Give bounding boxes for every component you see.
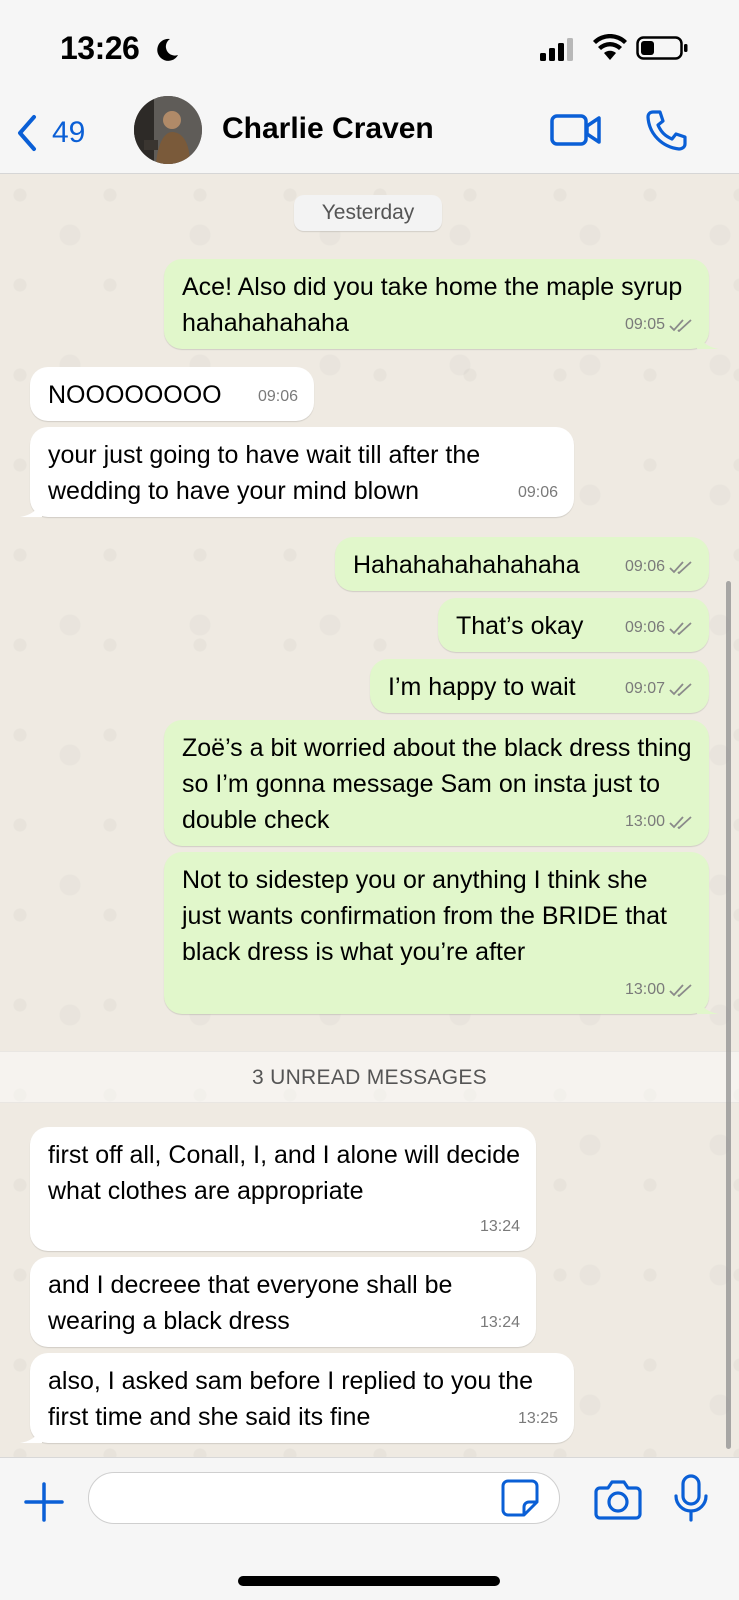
voice-call-button[interactable]: [644, 108, 688, 152]
double-check-icon: [669, 622, 692, 635]
message-bubble-incoming[interactable]: your just going to have wait till after …: [20, 427, 574, 517]
status-bar: 13:26: [0, 0, 739, 92]
cellular-signal-icon: [540, 38, 573, 61]
message-time: 09:07: [624, 680, 665, 697]
message-time: 09:06: [624, 558, 665, 575]
status-time: 13:26: [60, 30, 140, 66]
video-call-button[interactable]: [550, 110, 602, 150]
date-chip: Yesterday: [294, 195, 442, 231]
double-check-icon: [669, 984, 692, 997]
message-time: 09:05: [624, 316, 665, 333]
sticker-button[interactable]: [500, 1478, 540, 1518]
message-meta: 13:24: [480, 1209, 520, 1245]
attach-plus-button[interactable]: [22, 1480, 66, 1524]
message-bubble-incoming[interactable]: and I decreee that everyone shall be wea…: [30, 1257, 536, 1347]
message-time: 09:06: [257, 388, 298, 405]
double-check-icon: [669, 561, 692, 574]
message-meta: 13:00: [625, 804, 693, 840]
moon-icon: [157, 38, 178, 61]
message-meta: 09:05: [625, 307, 693, 343]
message-bubble-outgoing[interactable]: That’s okay 09:06: [438, 598, 709, 652]
message-time: 09:06: [624, 619, 665, 636]
back-button[interactable]: 49: [12, 108, 112, 158]
avatar-photo: [134, 96, 202, 164]
home-indicator[interactable]: [238, 1576, 500, 1586]
message-text: first off all, Conall, I, and I alone wi…: [48, 1141, 521, 1205]
message-meta: 09:06: [518, 475, 558, 511]
message-text: also, I asked sam before I replied to yo…: [48, 1367, 533, 1431]
scrollbar[interactable]: [726, 581, 731, 1449]
unread-chats-count: 49: [52, 116, 86, 149]
message-meta: 13:24: [480, 1305, 520, 1341]
message-bubble-incoming[interactable]: also, I asked sam before I replied to yo…: [20, 1353, 574, 1443]
message-text: Ace! Also did you take home the maple sy…: [182, 273, 683, 337]
double-check-icon: [669, 319, 692, 332]
message-time: 13:24: [479, 1218, 520, 1235]
message-meta: 09:07: [625, 671, 693, 707]
message-time: 13:00: [624, 813, 665, 830]
message-meta: 13:00: [625, 972, 693, 1008]
message-list[interactable]: Yesterday Ace! Also did you take home th…: [0, 175, 739, 1457]
microphone-button[interactable]: [672, 1474, 710, 1522]
chat-header: 49 Charlie Craven: [0, 92, 739, 174]
avatar[interactable]: [134, 96, 202, 164]
double-check-icon: [669, 816, 692, 829]
message-bubble-outgoing[interactable]: Hahahahahahahaha 09:06: [335, 537, 709, 591]
contact-name[interactable]: Charlie Craven: [222, 112, 434, 146]
camera-button[interactable]: [594, 1478, 642, 1520]
message-bubble-outgoing[interactable]: Zoë’s a bit worried about the black dres…: [164, 720, 709, 846]
message-meta: 09:06: [258, 379, 298, 415]
message-bubble-incoming[interactable]: NOOOOOOOO 09:06: [30, 367, 314, 421]
double-check-icon: [669, 683, 692, 696]
message-time: 09:06: [517, 484, 558, 501]
message-bubble-incoming[interactable]: first off all, Conall, I, and I alone wi…: [30, 1127, 536, 1251]
composer-bar: [0, 1457, 739, 1600]
message-bubble-outgoing[interactable]: I’m happy to wait 09:07: [370, 659, 709, 713]
message-bubble-outgoing[interactable]: Ace! Also did you take home the maple sy…: [164, 259, 719, 349]
message-text: Zoë’s a bit worried about the black dres…: [182, 734, 692, 834]
wifi-icon: [593, 34, 627, 60]
unread-messages-divider: 3 UNREAD MESSAGES: [0, 1051, 739, 1103]
message-meta: 09:06: [625, 610, 693, 646]
message-meta: 09:06: [625, 549, 693, 585]
message-bubble-outgoing[interactable]: Not to sidestep you or anything I think …: [164, 852, 719, 1014]
bubble-tail: [697, 994, 719, 1014]
message-meta: 13:25: [518, 1401, 558, 1437]
bubble-tail: [20, 497, 42, 517]
bubble-tail: [20, 1423, 42, 1443]
message-text: your just going to have wait till after …: [48, 441, 481, 505]
chevron-left-icon: [18, 115, 36, 151]
message-text: and I decreee that everyone shall be wea…: [48, 1271, 453, 1335]
message-input[interactable]: [88, 1472, 560, 1524]
message-time: 13:25: [517, 1410, 558, 1427]
message-time: 13:00: [624, 981, 665, 998]
bubble-tail: [697, 329, 719, 349]
message-text: Not to sidestep you or anything I think …: [182, 866, 667, 966]
battery-icon: [636, 36, 688, 60]
message-time: 13:24: [479, 1314, 520, 1331]
